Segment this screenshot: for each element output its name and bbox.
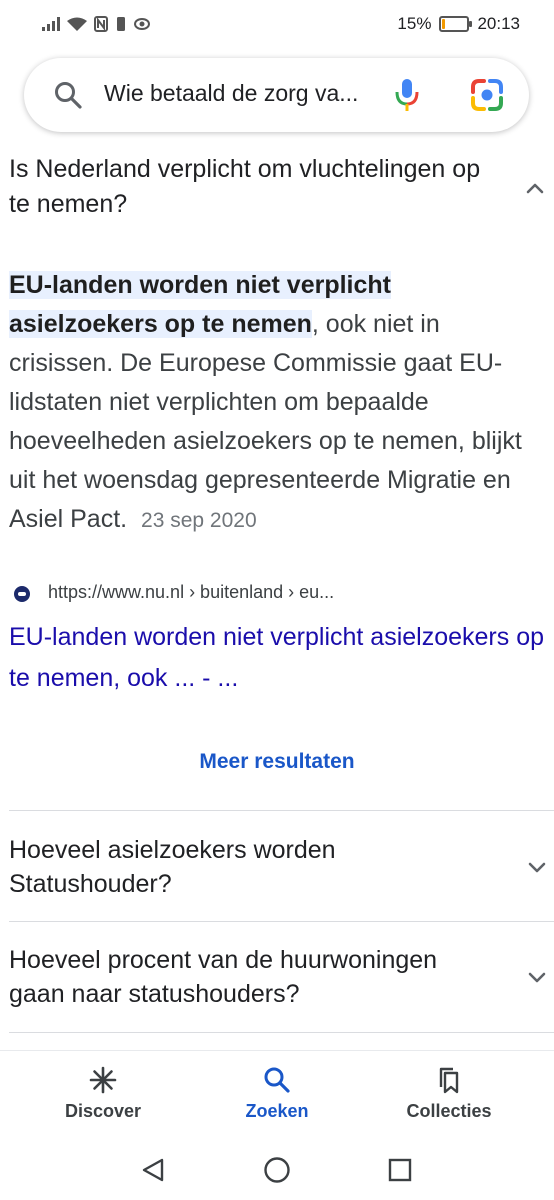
status-icons — [42, 10, 150, 38]
more-results-button[interactable]: Meer resultaten — [0, 750, 554, 774]
battery-icon — [439, 16, 473, 32]
nav-zoeken[interactable]: Zoeken — [197, 1065, 357, 1122]
chevron-up-icon[interactable] — [522, 175, 548, 201]
search-input[interactable]: Wie betaald de zorg va... — [104, 80, 358, 107]
divider — [9, 810, 554, 811]
home-icon[interactable] — [263, 1156, 291, 1184]
question-2[interactable]: Hoeveel asielzoekers worden Statushouder… — [9, 833, 489, 901]
question-1[interactable]: Is Nederland verplicht om vluchtelingen … — [9, 152, 499, 222]
bookmarks-icon — [439, 1067, 459, 1094]
nav-label-discover: Discover — [64, 1101, 142, 1121]
search-box[interactable]: Wie betaald de zorg va... — [24, 58, 529, 132]
google-lens-icon[interactable] — [470, 78, 504, 112]
eye-icon — [134, 18, 150, 30]
nfc-icon — [94, 16, 108, 32]
signal-icon — [42, 17, 60, 31]
nav-label-zoeken: Zoeken — [245, 1101, 309, 1121]
clock: 20:13 — [477, 14, 520, 33]
nav-label-collecties: Collecties — [406, 1101, 492, 1121]
discover-asterisk-icon — [89, 1066, 117, 1094]
nav-discover[interactable]: Discover — [23, 1065, 183, 1122]
system-navigation — [0, 1140, 554, 1200]
result-title-link[interactable]: EU-landen worden niet verplicht asielzoe… — [9, 617, 549, 699]
status-bar: 15% 20:13 — [0, 0, 554, 48]
nav-collecties[interactable]: Collecties — [369, 1065, 529, 1122]
bottom-navigation: Discover Zoeken Collecties — [0, 1050, 554, 1131]
source-url[interactable]: https://www.nu.nl › buitenland › eu... — [48, 582, 334, 603]
answer-body: , ook niet in crisissen. De Europese Com… — [9, 310, 522, 533]
wifi-icon — [67, 17, 87, 31]
question-3[interactable]: Hoeveel procent van de huurwoningen gaan… — [9, 943, 489, 1011]
status-right: 15% 20:13 — [397, 10, 520, 38]
battery-level — [442, 19, 446, 29]
back-icon[interactable] — [140, 1157, 166, 1183]
answer-snippet: EU-landen worden niet verplicht asielzoe… — [9, 266, 524, 540]
nu-nl-favicon-icon — [14, 586, 30, 602]
search-icon[interactable] — [53, 80, 83, 110]
microphone-icon[interactable] — [394, 77, 420, 113]
vibrate-icon — [117, 17, 125, 31]
chevron-down-icon[interactable] — [524, 855, 550, 881]
battery-percent: 15% — [397, 14, 432, 33]
divider — [9, 1032, 554, 1033]
search-icon — [264, 1067, 290, 1093]
recents-icon[interactable] — [388, 1158, 412, 1182]
answer-date: 23 sep 2020 — [141, 509, 257, 532]
chevron-down-icon[interactable] — [524, 965, 550, 991]
divider — [9, 921, 554, 922]
